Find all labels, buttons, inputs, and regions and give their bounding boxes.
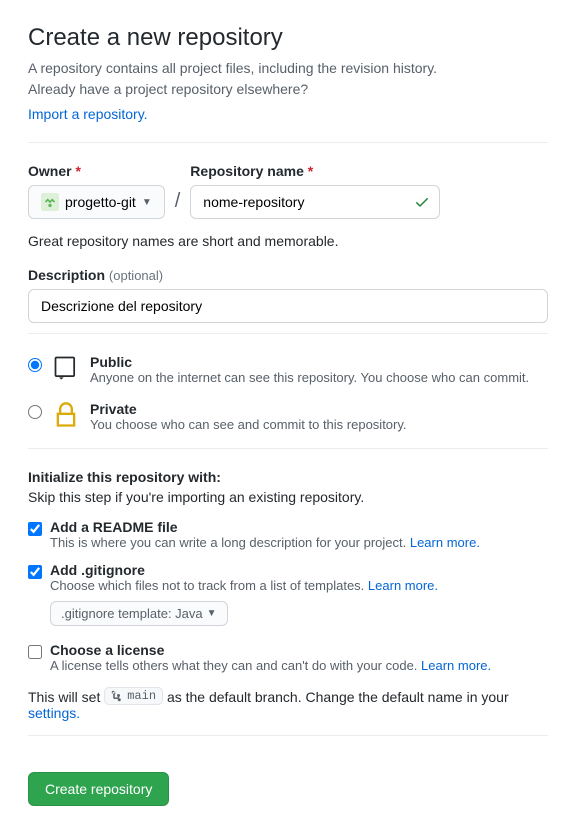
choose-license-title: Choose a license [50, 642, 491, 658]
check-icon [414, 194, 430, 210]
slash-separator: / [175, 190, 181, 219]
branch-badge: main [104, 687, 163, 705]
default-branch-text: This will set main as the default branch… [28, 687, 548, 721]
add-readme-desc: This is where you can write a long descr… [50, 535, 480, 550]
gitignore-learn-more-link[interactable]: Learn more. [368, 578, 438, 593]
import-repository-link[interactable]: Import a repository. [28, 106, 148, 122]
init-section-title: Initialize this repository with: [28, 469, 548, 485]
repo-public-icon [52, 354, 80, 382]
add-gitignore-desc: Choose which files not to track from a l… [50, 578, 438, 593]
description-label: Description (optional) [28, 267, 548, 283]
page-title: Create a new repository [28, 24, 548, 52]
visibility-private-title: Private [90, 401, 407, 417]
settings-link[interactable]: settings. [28, 705, 80, 721]
add-gitignore-title: Add .gitignore [50, 562, 438, 578]
divider [28, 448, 548, 449]
create-repository-button[interactable]: Create repository [28, 772, 169, 806]
add-readme-title: Add a README file [50, 519, 480, 535]
license-learn-more-link[interactable]: Learn more. [421, 658, 491, 673]
lock-icon [52, 401, 80, 429]
choose-license-checkbox[interactable] [28, 645, 42, 659]
owner-label: Owner * [28, 163, 165, 179]
init-section-sub: Skip this step if you're importing an ex… [28, 489, 548, 505]
intro-text-2: Already have a project repository elsewh… [28, 79, 548, 100]
repo-name-label: Repository name * [190, 163, 440, 179]
gitignore-template-button[interactable]: .gitignore template: Java ▼ [50, 601, 228, 626]
visibility-public-title: Public [90, 354, 529, 370]
repo-name-input[interactable] [190, 185, 440, 219]
visibility-private-radio[interactable] [28, 405, 42, 419]
add-readme-checkbox[interactable] [28, 522, 42, 536]
visibility-public-desc: Anyone on the internet can see this repo… [90, 370, 529, 385]
visibility-private-desc: You choose who can see and commit to thi… [90, 417, 407, 432]
divider [28, 735, 548, 736]
caret-down-icon: ▼ [142, 197, 152, 208]
git-branch-icon [111, 690, 123, 702]
repo-name-hint: Great repository names are short and mem… [28, 233, 548, 249]
owner-name: progetto-git [65, 194, 136, 210]
owner-avatar-icon [41, 193, 59, 211]
caret-down-icon: ▼ [207, 608, 217, 619]
divider [28, 142, 548, 143]
intro-text-1: A repository contains all project files,… [28, 58, 548, 79]
description-input[interactable] [28, 289, 548, 323]
add-gitignore-checkbox[interactable] [28, 565, 42, 579]
readme-learn-more-link[interactable]: Learn more. [410, 535, 480, 550]
owner-select-button[interactable]: progetto-git ▼ [28, 185, 165, 219]
choose-license-desc: A license tells others what they can and… [50, 658, 491, 673]
divider [28, 333, 548, 334]
visibility-public-radio[interactable] [28, 358, 42, 372]
